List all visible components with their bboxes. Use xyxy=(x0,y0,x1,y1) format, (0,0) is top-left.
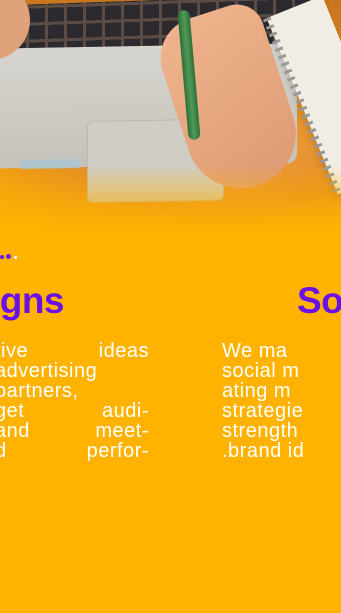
text-line: .brand id xyxy=(222,440,305,462)
text-line: partners, xyxy=(0,380,79,402)
text-line: get audi- xyxy=(0,400,149,422)
text-line: We ma xyxy=(222,340,288,362)
text-line: and meet- xyxy=(0,420,149,442)
text-line: advertising xyxy=(0,360,98,382)
text-line: tive ideas xyxy=(0,340,149,362)
card-text-right: We ma social m ating m strategie strengt… xyxy=(222,341,341,461)
carousel-dots[interactable] xyxy=(0,252,20,262)
text-line: d perfor- xyxy=(0,440,149,462)
photo-fade-overlay xyxy=(0,165,341,235)
hero-photo xyxy=(0,0,341,235)
text-line: strategie xyxy=(222,400,304,422)
text-line: social m xyxy=(222,360,300,382)
carousel-dot[interactable] xyxy=(14,256,17,259)
carousel-dot-active[interactable] xyxy=(6,254,11,259)
card-heading-left: gns xyxy=(0,280,65,321)
carousel-dot[interactable] xyxy=(0,255,4,259)
card-heading-right: So xyxy=(297,280,341,321)
card-text-left: tive ideas advertising partners, get aud… xyxy=(0,341,149,461)
text-line: strength xyxy=(222,420,299,442)
text-line: ating m xyxy=(222,380,292,402)
